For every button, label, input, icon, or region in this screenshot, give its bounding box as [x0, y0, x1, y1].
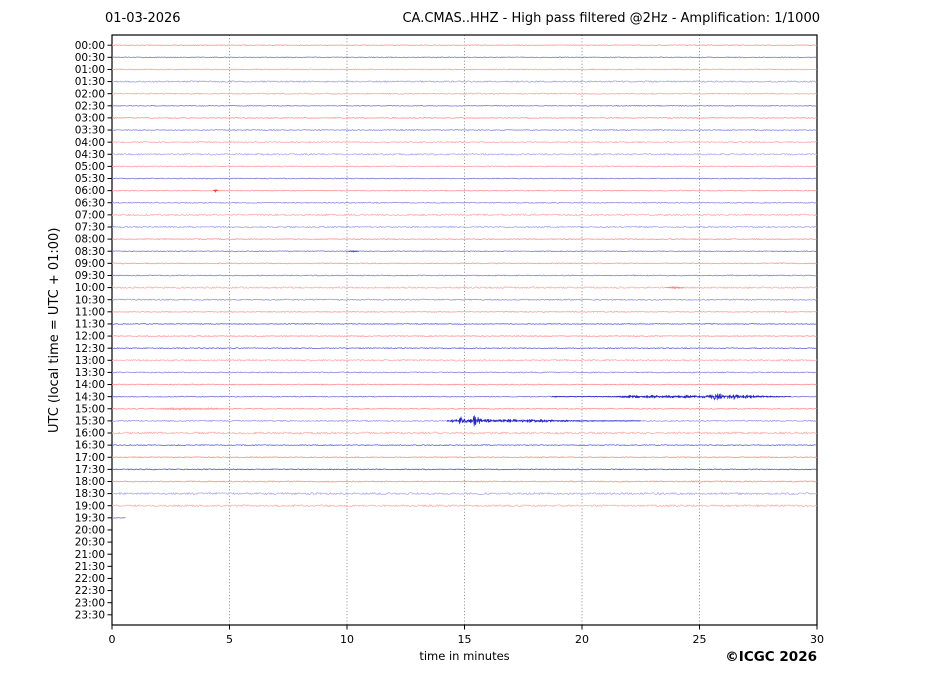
y-tick-label: 21:00 — [75, 549, 105, 561]
y-tick-label: 15:30 — [75, 415, 105, 427]
y-tick-label: 00:00 — [75, 40, 105, 52]
y-tick-label: 08:00 — [75, 234, 105, 246]
x-tick-label: 25 — [693, 633, 707, 646]
x-tick-label: 5 — [226, 633, 233, 646]
event-trace-0830 — [348, 250, 359, 253]
x-tick-label: 15 — [458, 633, 472, 646]
y-tick-label: 23:30 — [75, 609, 105, 621]
y-tick-label: 15:00 — [75, 403, 105, 415]
trace-1130 — [111, 323, 818, 325]
y-tick-label: 18:30 — [75, 488, 105, 500]
trace-0030 — [111, 56, 817, 59]
trace-0900 — [111, 262, 817, 265]
x-tick-label: 30 — [810, 633, 824, 646]
trace-0330 — [111, 129, 817, 131]
trace-0530 — [111, 177, 817, 180]
event-trace-1430 — [551, 393, 791, 401]
y-tick-label: 04:00 — [75, 137, 105, 149]
y-tick-label: 13:00 — [75, 355, 105, 367]
trace-1230 — [111, 347, 817, 350]
y-tick-label: 14:30 — [75, 391, 105, 403]
trace-1030 — [111, 298, 818, 301]
y-tick-label: 19:00 — [75, 500, 105, 512]
y-tick-label: 01:00 — [75, 64, 105, 76]
y-tick-label: 16:30 — [75, 440, 105, 452]
copyright-label: ©ICGC 2026 — [725, 649, 817, 665]
trace-0430 — [111, 153, 818, 156]
trace-1930 — [111, 517, 126, 519]
y-tick-label: 07:00 — [75, 209, 105, 221]
event-trace-1500 — [156, 407, 225, 411]
y-tick-label: 10:00 — [75, 282, 105, 294]
x-tick-label: 10 — [340, 633, 354, 646]
trace-0230 — [111, 104, 818, 107]
y-tick-label: 09:30 — [75, 270, 105, 282]
y-tick-label: 00:30 — [75, 52, 105, 64]
y-tick-label: 18:00 — [75, 476, 105, 488]
y-tick-label: 12:30 — [75, 343, 105, 355]
trace-0300 — [111, 117, 817, 119]
trace-0700 — [111, 213, 818, 217]
y-tick-label: 02:00 — [75, 88, 105, 100]
trace-0100 — [111, 68, 817, 71]
trace-1330 — [111, 371, 817, 374]
y-tick-label: 03:00 — [75, 113, 105, 125]
y-tick-label: 16:00 — [75, 428, 105, 440]
trace-0200 — [111, 92, 817, 95]
y-tick-label: 20:00 — [75, 525, 105, 537]
seismogram-canvas: 00:0000:3001:0001:3002:0002:3003:0003:30… — [75, 34, 824, 646]
trace-0800 — [111, 238, 817, 240]
trace-0130 — [111, 80, 817, 83]
y-tick-label: 14:00 — [75, 379, 105, 391]
y-tick-label: 13:30 — [75, 367, 105, 379]
y-tick-label: 01:30 — [75, 76, 105, 88]
trace-0930 — [111, 274, 818, 277]
y-tick-label: 17:00 — [75, 452, 105, 464]
y-tick-label: 02:30 — [75, 100, 105, 112]
trace-1400 — [111, 383, 817, 386]
y-tick-label: 23:00 — [75, 597, 105, 609]
date-label: 01-03-2026 — [105, 11, 181, 26]
trace-0500 — [111, 165, 817, 168]
y-tick-label: 19:30 — [75, 512, 105, 524]
trace-1800 — [111, 480, 817, 483]
trace-0400 — [111, 141, 817, 144]
trace-0000 — [111, 44, 817, 47]
y-tick-label: 11:30 — [75, 319, 105, 331]
y-tick-label: 05:30 — [75, 173, 105, 185]
trace-0630 — [111, 201, 818, 204]
seismogram-page: 00:00 00:30 01:00 01:30 02:00 02:30 03:00 03:30… — [0, 0, 927, 696]
trace-0730 — [111, 225, 817, 229]
y-tick-label: 09:00 — [75, 258, 105, 270]
y-tick-label: 03:30 — [75, 125, 105, 137]
trace-1100 — [111, 310, 818, 313]
y-tick-label: 05:00 — [75, 161, 105, 173]
event-trace-1530 — [446, 415, 641, 427]
y-tick-label: 22:30 — [75, 585, 105, 597]
y-tick-label: 22:00 — [75, 573, 105, 585]
y-tick-label: 08:30 — [75, 246, 105, 258]
y-tick-label: 21:30 — [75, 561, 105, 573]
trace-1300 — [111, 359, 818, 362]
trace-1700 — [111, 456, 818, 459]
y-tick-label: 10:30 — [75, 294, 105, 306]
y-tick-label: 06:30 — [75, 197, 105, 209]
y-tick-label: 04:30 — [75, 149, 105, 161]
plot-title: CA.CMAS..HHZ - High pass filtered @2Hz -… — [402, 11, 820, 26]
y-axis-title: UTC (local time = UTC + 01:00) — [47, 227, 62, 433]
x-tick-label: 20 — [575, 633, 589, 646]
y-tick-label: 06:00 — [75, 185, 105, 197]
trace-0830 — [111, 250, 817, 253]
y-tick-label: 17:30 — [75, 464, 105, 476]
y-tick-label: 20:30 — [75, 537, 105, 549]
trace-1730 — [111, 468, 817, 471]
y-tick-label: 07:30 — [75, 222, 105, 234]
y-tick-label: 11:00 — [75, 306, 105, 318]
y-tick-label: 12:00 — [75, 331, 105, 343]
x-tick-label: 0 — [109, 633, 116, 646]
trace-1200 — [111, 335, 817, 337]
